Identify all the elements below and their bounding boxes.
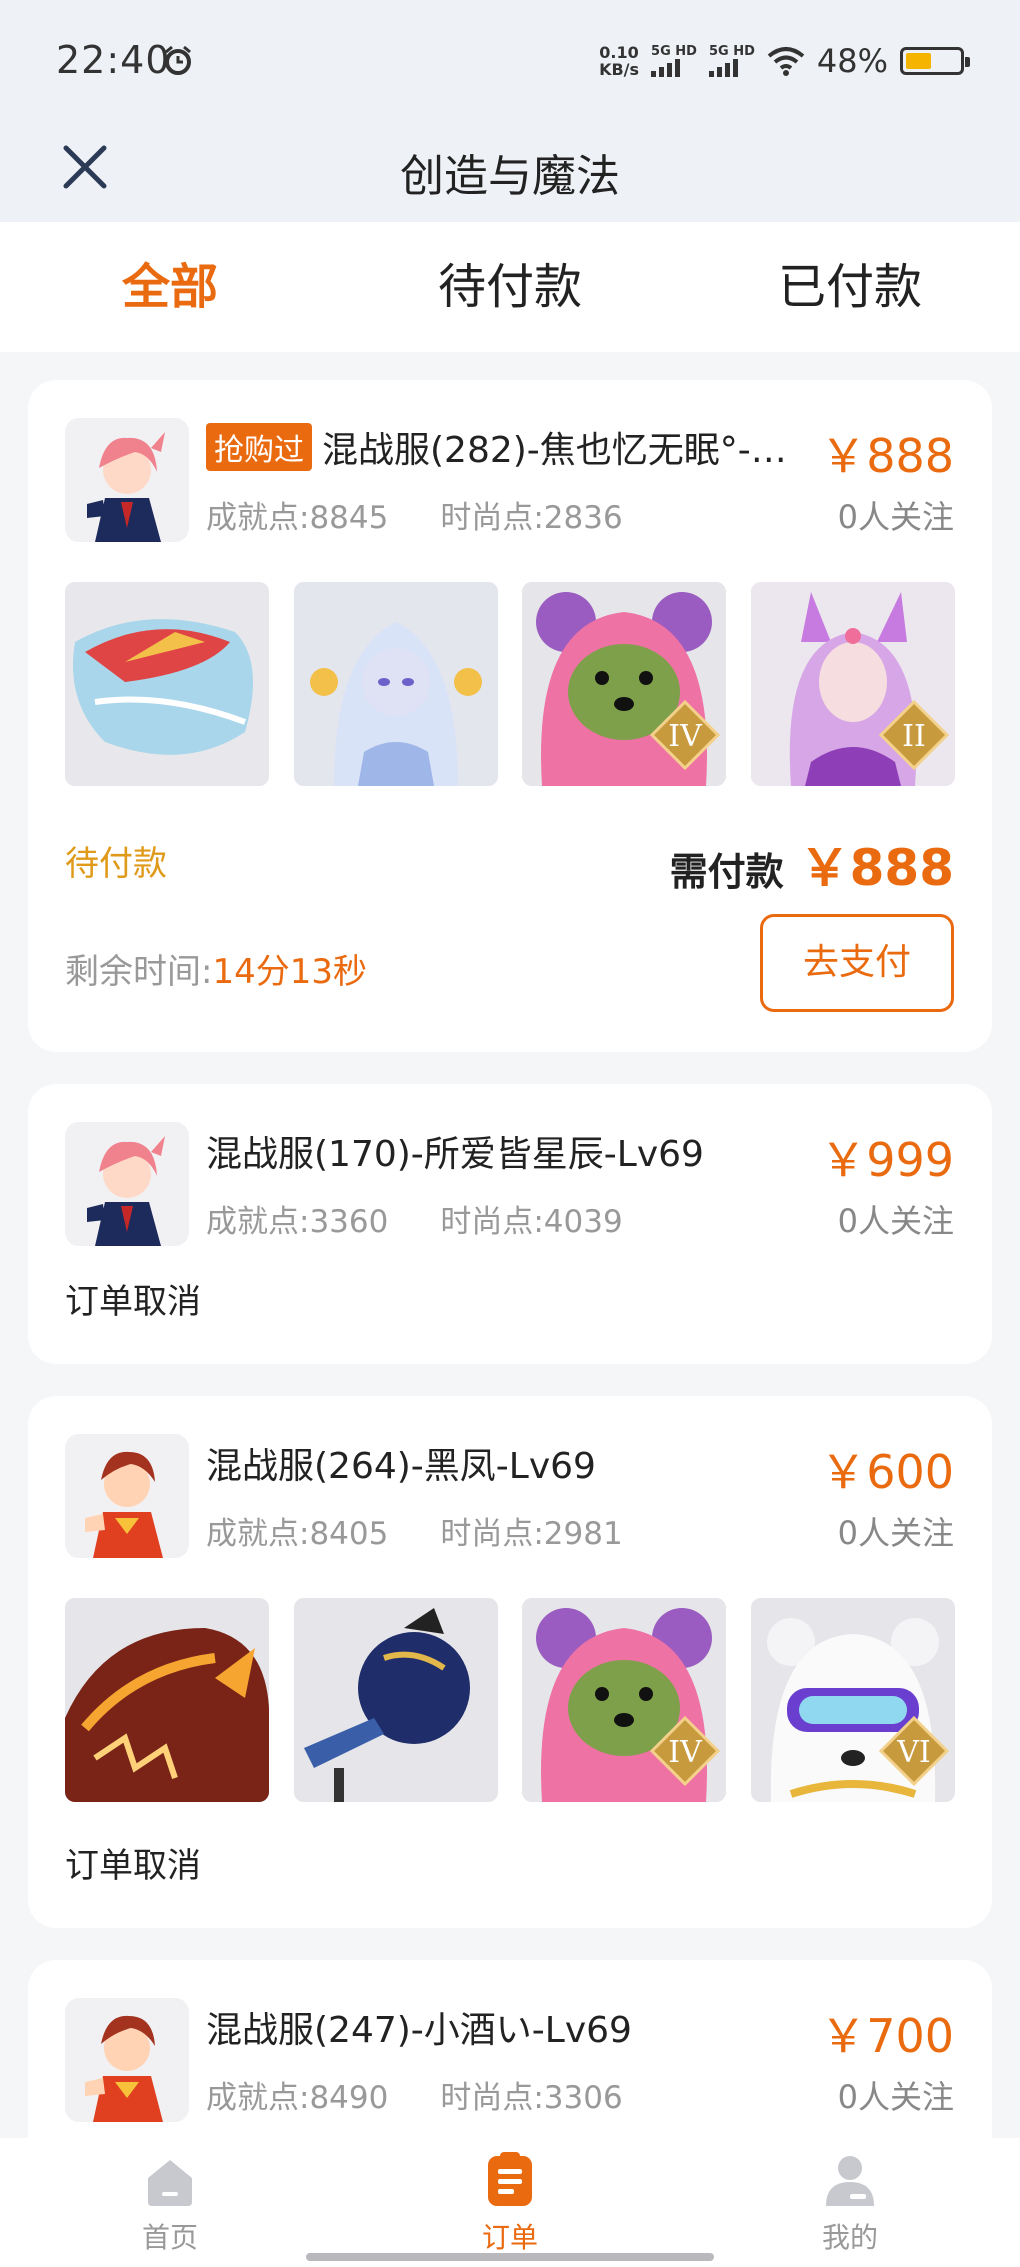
order-title: 混战服(170)-所爱皆星辰-Lv69 bbox=[206, 1134, 704, 1175]
follow-count: 0人关注 bbox=[837, 2078, 954, 2116]
item-thumbnail[interactable]: IV bbox=[522, 1598, 727, 1802]
item-thumbnail[interactable] bbox=[293, 1598, 498, 1802]
item-thumbnail[interactable]: IV bbox=[522, 582, 727, 786]
rank-badge: II bbox=[878, 700, 949, 770]
price: ￥888 bbox=[820, 429, 954, 483]
order-list[interactable]: 抢购过 混战服(282)-焦也忆无眠°-… ￥888 成就点:8845 时尚点:2… bbox=[0, 352, 1020, 2138]
order-stats: 成就点:8405 时尚点:2981 bbox=[206, 1508, 623, 1553]
item-thumbnail[interactable]: VI bbox=[750, 1598, 955, 1802]
order-card[interactable]: 抢购过 混战服(282)-焦也忆无眠°-… ￥888 成就点:8845 时尚点:2… bbox=[28, 380, 992, 1052]
order-title: 混战服(247)-小酒い-Lv69 bbox=[206, 2010, 632, 2051]
order-stats: 成就点:8845 时尚点:2836 bbox=[206, 492, 623, 537]
alarm-icon bbox=[165, 45, 191, 75]
profile-icon bbox=[826, 2156, 874, 2206]
follow-count: 0人关注 bbox=[837, 1514, 954, 1552]
tab-all[interactable]: 全部 bbox=[0, 222, 340, 352]
status-indicators: 0.10 KB/s 5G HD 5G HD 48% bbox=[599, 36, 970, 86]
flash-sale-tag: 抢购过 bbox=[206, 423, 312, 471]
signal-icon-sim2: 5G HD bbox=[708, 45, 755, 77]
achievement-points: 成就点:3360 bbox=[206, 1204, 389, 1240]
pay-button[interactable]: 去支付 bbox=[760, 914, 954, 1012]
order-stats: 成就点:8490 时尚点:3306 bbox=[206, 2072, 623, 2117]
app-header: 创造与魔法 bbox=[0, 110, 1020, 222]
amount-due-value: ￥888 bbox=[799, 839, 954, 897]
item-thumbnail[interactable] bbox=[65, 1598, 269, 1802]
follow-count: 0人关注 bbox=[837, 498, 954, 536]
amount-due: 需付款 ￥888 bbox=[670, 828, 954, 900]
price: ￥600 bbox=[820, 1445, 954, 1499]
rank-badge: IV bbox=[650, 1716, 721, 1786]
fashion-points: 时尚点:2836 bbox=[440, 500, 623, 536]
home-icon bbox=[148, 2160, 192, 2206]
item-thumbnails: IV VI bbox=[65, 1598, 955, 1802]
status-bar: 22:40 0.10 KB/s 5G HD 5G HD 48% bbox=[0, 0, 1020, 120]
svg-text:VI: VI bbox=[896, 1735, 931, 1770]
battery-fill bbox=[906, 53, 931, 69]
order-status: 待付款 bbox=[65, 844, 167, 884]
achievement-points: 成就点:8405 bbox=[206, 1516, 389, 1552]
svg-text:IV: IV bbox=[669, 1735, 704, 1770]
signal-icon-sim1: 5G HD bbox=[651, 45, 697, 77]
follow-count: 0人关注 bbox=[837, 1202, 954, 1240]
status-time: 22:40 bbox=[56, 38, 171, 82]
order-status: 订单取消 bbox=[65, 1282, 201, 1322]
bottom-nav: 首页 订单 我的 bbox=[0, 2138, 1020, 2267]
order-card[interactable]: 混战服(264)-黑凤-Lv69 ￥600 成就点:8405 时尚点:2981 0… bbox=[28, 1396, 992, 1928]
item-thumbnail[interactable]: II bbox=[750, 582, 955, 786]
fashion-points: 时尚点:3306 bbox=[440, 2080, 623, 2116]
order-card[interactable]: 混战服(170)-所爱皆星辰-Lv69 ￥999 成就点:3360 时尚点:403… bbox=[28, 1084, 992, 1364]
order-card[interactable]: 混战服(247)-小酒い-Lv69 ￥700 成就点:8490 时尚点:3306 … bbox=[28, 1960, 992, 2138]
order-title: 混战服(264)-黑凤-Lv69 bbox=[206, 1446, 596, 1487]
tab-pending-payment[interactable]: 待付款 bbox=[340, 222, 680, 352]
page-title: 创造与魔法 bbox=[400, 151, 620, 202]
svg-text:II: II bbox=[902, 719, 926, 754]
nav-orders[interactable]: 订单 bbox=[340, 2138, 680, 2267]
order-title: 混战服(282)-焦也忆无眠°-… bbox=[322, 430, 787, 471]
avatar bbox=[65, 1434, 189, 1558]
rank-badge: VI bbox=[878, 1716, 949, 1786]
fashion-points: 时尚点:4039 bbox=[440, 1204, 623, 1240]
order-stats: 成就点:3360 时尚点:4039 bbox=[206, 1196, 623, 1241]
battery-percent: 48% bbox=[816, 42, 888, 80]
price: ￥999 bbox=[820, 1133, 954, 1187]
fashion-points: 时尚点:2981 bbox=[440, 1516, 623, 1552]
avatar bbox=[65, 418, 189, 542]
nav-profile[interactable]: 我的 bbox=[680, 2138, 1020, 2267]
svg-text:IV: IV bbox=[669, 719, 704, 754]
item-thumbnail[interactable] bbox=[65, 582, 269, 786]
order-tabs: 全部 待付款 已付款 bbox=[0, 222, 1020, 352]
battery-icon bbox=[900, 47, 970, 75]
item-thumbnail[interactable] bbox=[293, 582, 498, 786]
remaining-time: 剩余时间:14分13秒 bbox=[65, 944, 367, 993]
item-thumbnails: IV II bbox=[65, 582, 955, 786]
avatar bbox=[65, 1122, 189, 1246]
nav-home[interactable]: 首页 bbox=[0, 2138, 340, 2267]
order-icon bbox=[488, 2152, 532, 2206]
amount-due-label: 需付款 bbox=[669, 850, 784, 894]
net-speed: 0.10 KB/s bbox=[599, 43, 640, 79]
achievement-points: 成就点:8845 bbox=[206, 500, 389, 536]
price: ￥700 bbox=[820, 2009, 954, 2063]
tab-paid[interactable]: 已付款 bbox=[680, 222, 1020, 352]
remaining-time-label: 剩余时间: bbox=[65, 952, 213, 992]
avatar bbox=[65, 1998, 189, 2122]
home-indicator[interactable] bbox=[306, 2253, 714, 2261]
achievement-points: 成就点:8490 bbox=[206, 2080, 389, 2116]
remaining-time-value: 14分13秒 bbox=[212, 952, 367, 992]
order-status: 订单取消 bbox=[65, 1846, 201, 1886]
rank-badge: IV bbox=[650, 700, 721, 770]
wifi-icon bbox=[767, 47, 805, 76]
